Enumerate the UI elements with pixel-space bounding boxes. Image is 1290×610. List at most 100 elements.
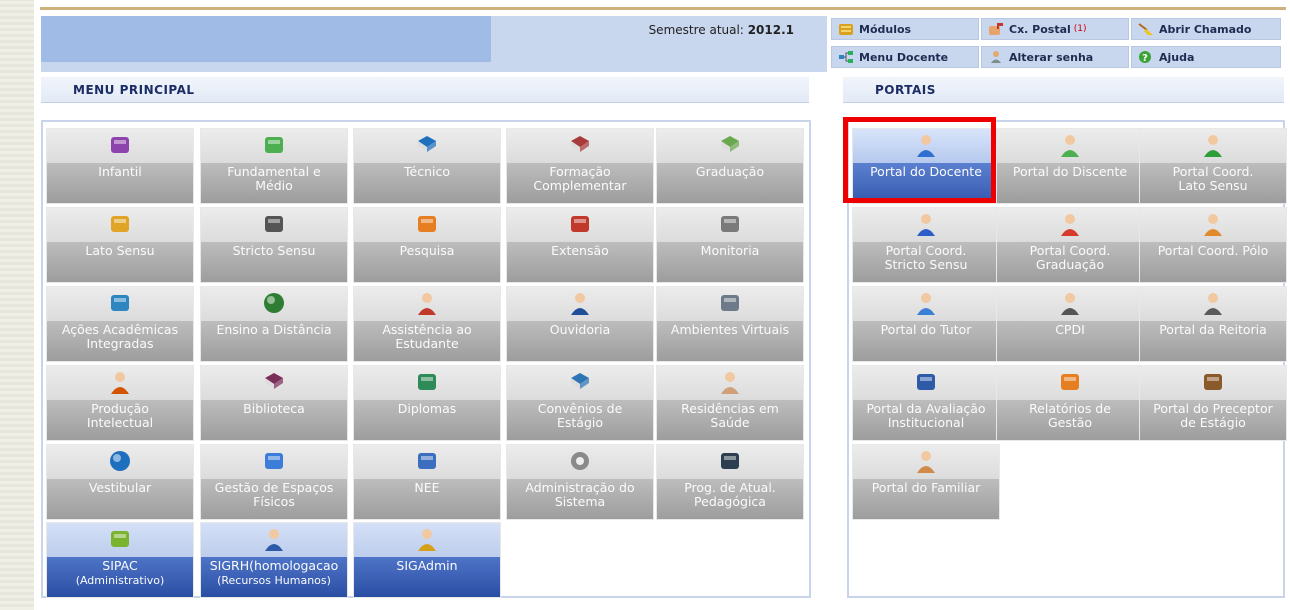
tile-label: Portal do Tutor <box>853 323 999 337</box>
tile-label-text: Administração do Sistema <box>525 481 635 509</box>
tile-label: Pesquisa <box>354 244 500 258</box>
tile-label: Produção Intelectual <box>47 402 193 430</box>
menu-tile-ambientes-virtuais[interactable]: Ambientes Virtuais <box>656 286 804 362</box>
coordinator-icon <box>1204 214 1222 236</box>
mailbox-label: Cx. Postal <box>1009 22 1071 36</box>
tile-sublabel: (Recursos Humanos) <box>217 574 331 587</box>
tile-label-text: Biblioteca <box>243 402 305 416</box>
menu-tile-prog-de-atual[interactable]: Prog. de Atual. Pedagógica <box>656 444 804 520</box>
system-tile-sigrh-homologacao[interactable]: SIGRH(homologacao (Recursos Humanos) <box>200 522 348 598</box>
menu-tile-gestão-de-espaços[interactable]: Gestão de Espaços Físicos <box>200 444 348 520</box>
help-label: Ajuda <box>1159 50 1195 64</box>
tile-label-text: Stricto Sensu <box>232 244 316 258</box>
tile-label-text: Portal da Reitoria <box>1159 323 1267 337</box>
tile-label-text: Convênios de Estágio <box>537 402 623 430</box>
menu-tile-residências-em[interactable]: Residências em Saúde <box>656 365 804 441</box>
menu-tile-formação[interactable]: Formação Complementar <box>506 128 654 204</box>
open-ticket-button[interactable]: Abrir Chamado <box>1131 18 1281 40</box>
tile-label: Portal Coord. Graduação <box>997 244 1143 272</box>
tile-label: Portal Coord. Pólo <box>1140 244 1286 258</box>
tile-label: Monitoria <box>657 244 803 258</box>
user-check-icon <box>111 372 129 394</box>
menu-tile-pesquisa[interactable]: Pesquisa <box>353 207 501 283</box>
tile-sublabel: (Administrativo) <box>75 574 165 587</box>
portal-tile-portal-da-avaliação[interactable]: Portal da Avaliação Institucional <box>852 365 1000 441</box>
change-password-button[interactable]: Alterar senha <box>981 46 1129 68</box>
current-semester: Semestre atual: 2012.1 <box>560 23 794 37</box>
tile-label-text: Ações Acadêmicas Integradas <box>61 323 179 351</box>
tile-label-text: Graduação <box>695 165 765 179</box>
system-tile-sipac[interactable]: SIPAC (Administrativo) <box>46 522 194 598</box>
tile-label-text: Assistência ao Estudante <box>382 323 472 351</box>
window-edge <box>0 0 34 610</box>
menu-tile-fundamental-e[interactable]: Fundamental e Médio <box>200 128 348 204</box>
tile-label: SIGAdmin <box>354 559 500 573</box>
menu-tile-convênios-de[interactable]: Convênios de Estágio <box>506 365 654 441</box>
family-icon <box>917 451 935 473</box>
tile-label: Gestão de Espaços Físicos <box>201 481 347 509</box>
semester-label: Semestre atual: <box>648 23 744 37</box>
portal-tile-portal-coord[interactable]: Portal Coord. Lato Sensu <box>1139 128 1287 204</box>
tile-label: Diplomas <box>354 402 500 416</box>
group-icon <box>721 295 739 311</box>
selection-highlight <box>843 117 996 203</box>
tile-label: Graduação <box>657 165 803 179</box>
tile-label: Convênios de Estágio <box>507 402 653 430</box>
help-button[interactable]: ? Ajuda <box>1131 46 1281 68</box>
portal-tile-portal-da-reitoria[interactable]: Portal da Reitoria <box>1139 286 1287 362</box>
top-border <box>34 0 1290 10</box>
menu-tile-diplomas[interactable]: Diplomas <box>353 365 501 441</box>
portal-tile-portal-do-preceptor[interactable]: Portal do Preceptor de Estágio <box>1139 365 1287 441</box>
portal-tile-portal-coord[interactable]: Portal Coord. Stricto Sensu <box>852 207 1000 283</box>
modules-button[interactable]: Módulos <box>831 18 979 40</box>
tile-label: Stricto Sensu <box>201 244 347 258</box>
system-tile-sigadmin[interactable]: SIGAdmin <box>353 522 501 598</box>
menu-tile-infantil[interactable]: Infantil <box>46 128 194 204</box>
menu-tile-graduação[interactable]: Graduação <box>656 128 804 204</box>
tile-label-text: Infantil <box>98 165 142 179</box>
tile-label: Portal do Familiar <box>853 481 999 495</box>
building-network-icon <box>265 453 283 469</box>
portal-tile-cpdi[interactable]: CPDI <box>996 286 1144 362</box>
teacher-menu-button[interactable]: Menu Docente <box>831 46 979 68</box>
menu-tile-técnico[interactable]: Técnico <box>353 128 501 204</box>
tile-label-text: Pesquisa <box>399 244 455 258</box>
mailbox-button[interactable]: Cx. Postal (1) <box>981 18 1129 40</box>
tile-label-text: Ensino a Distância <box>216 323 332 337</box>
doctor-icon <box>721 372 739 394</box>
open-book-icon <box>265 373 283 389</box>
tile-label: Portal Coord. Stricto Sensu <box>853 244 999 272</box>
tile-label: NEE <box>354 481 500 495</box>
headset-user-icon <box>571 293 589 315</box>
menu-tile-ações-acadêmicas[interactable]: Ações Acadêmicas Integradas <box>46 286 194 362</box>
tile-label-text: Extensão <box>551 244 609 258</box>
menu-tile-ensino-a-distância[interactable]: Ensino a Distância <box>200 286 348 362</box>
menu-tile-lato-sensu[interactable]: Lato Sensu <box>46 207 194 283</box>
tile-label-text: Formação Complementar <box>533 165 627 193</box>
menu-tile-extensão[interactable]: Extensão <box>506 207 654 283</box>
menu-tile-ouvidoria[interactable]: Ouvidoria <box>506 286 654 362</box>
help-icon: ? <box>1139 51 1151 64</box>
portal-tile-relatórios-de[interactable]: Relatórios de Gestão <box>996 365 1144 441</box>
menu-tile-monitoria[interactable]: Monitoria <box>656 207 804 283</box>
tile-label: Formação Complementar <box>507 165 653 193</box>
menu-tile-biblioteca[interactable]: Biblioteca <box>200 365 348 441</box>
portal-tile-portal-coord[interactable]: Portal Coord. Graduação <box>996 207 1144 283</box>
flask-icon <box>418 216 436 232</box>
portal-tile-portal-do-familiar[interactable]: Portal do Familiar <box>852 444 1000 520</box>
tile-label-text: CPDI <box>1055 323 1085 337</box>
tile-label-text: Gestão de Espaços Físicos <box>214 481 334 509</box>
menu-tile-vestibular[interactable]: Vestibular <box>46 444 194 520</box>
tile-label-text: Portal do Preceptor de Estágio <box>1153 402 1273 430</box>
menu-tile-stricto-sensu[interactable]: Stricto Sensu <box>200 207 348 283</box>
portal-tile-portal-do-discente[interactable]: Portal do Discente <box>996 128 1144 204</box>
menu-tile-administração-do[interactable]: Administração do Sistema <box>506 444 654 520</box>
certificate-icon <box>418 374 436 390</box>
menu-tile-produção[interactable]: Produção Intelectual <box>46 365 194 441</box>
presentation-board-icon <box>721 216 739 232</box>
student-icon <box>1061 135 1079 157</box>
menu-tile-assistência-ao[interactable]: Assistência ao Estudante <box>353 286 501 362</box>
portal-tile-portal-coord-pólo[interactable]: Portal Coord. Pólo <box>1139 207 1287 283</box>
portal-tile-portal-do-tutor[interactable]: Portal do Tutor <box>852 286 1000 362</box>
menu-tile-nee[interactable]: NEE <box>353 444 501 520</box>
